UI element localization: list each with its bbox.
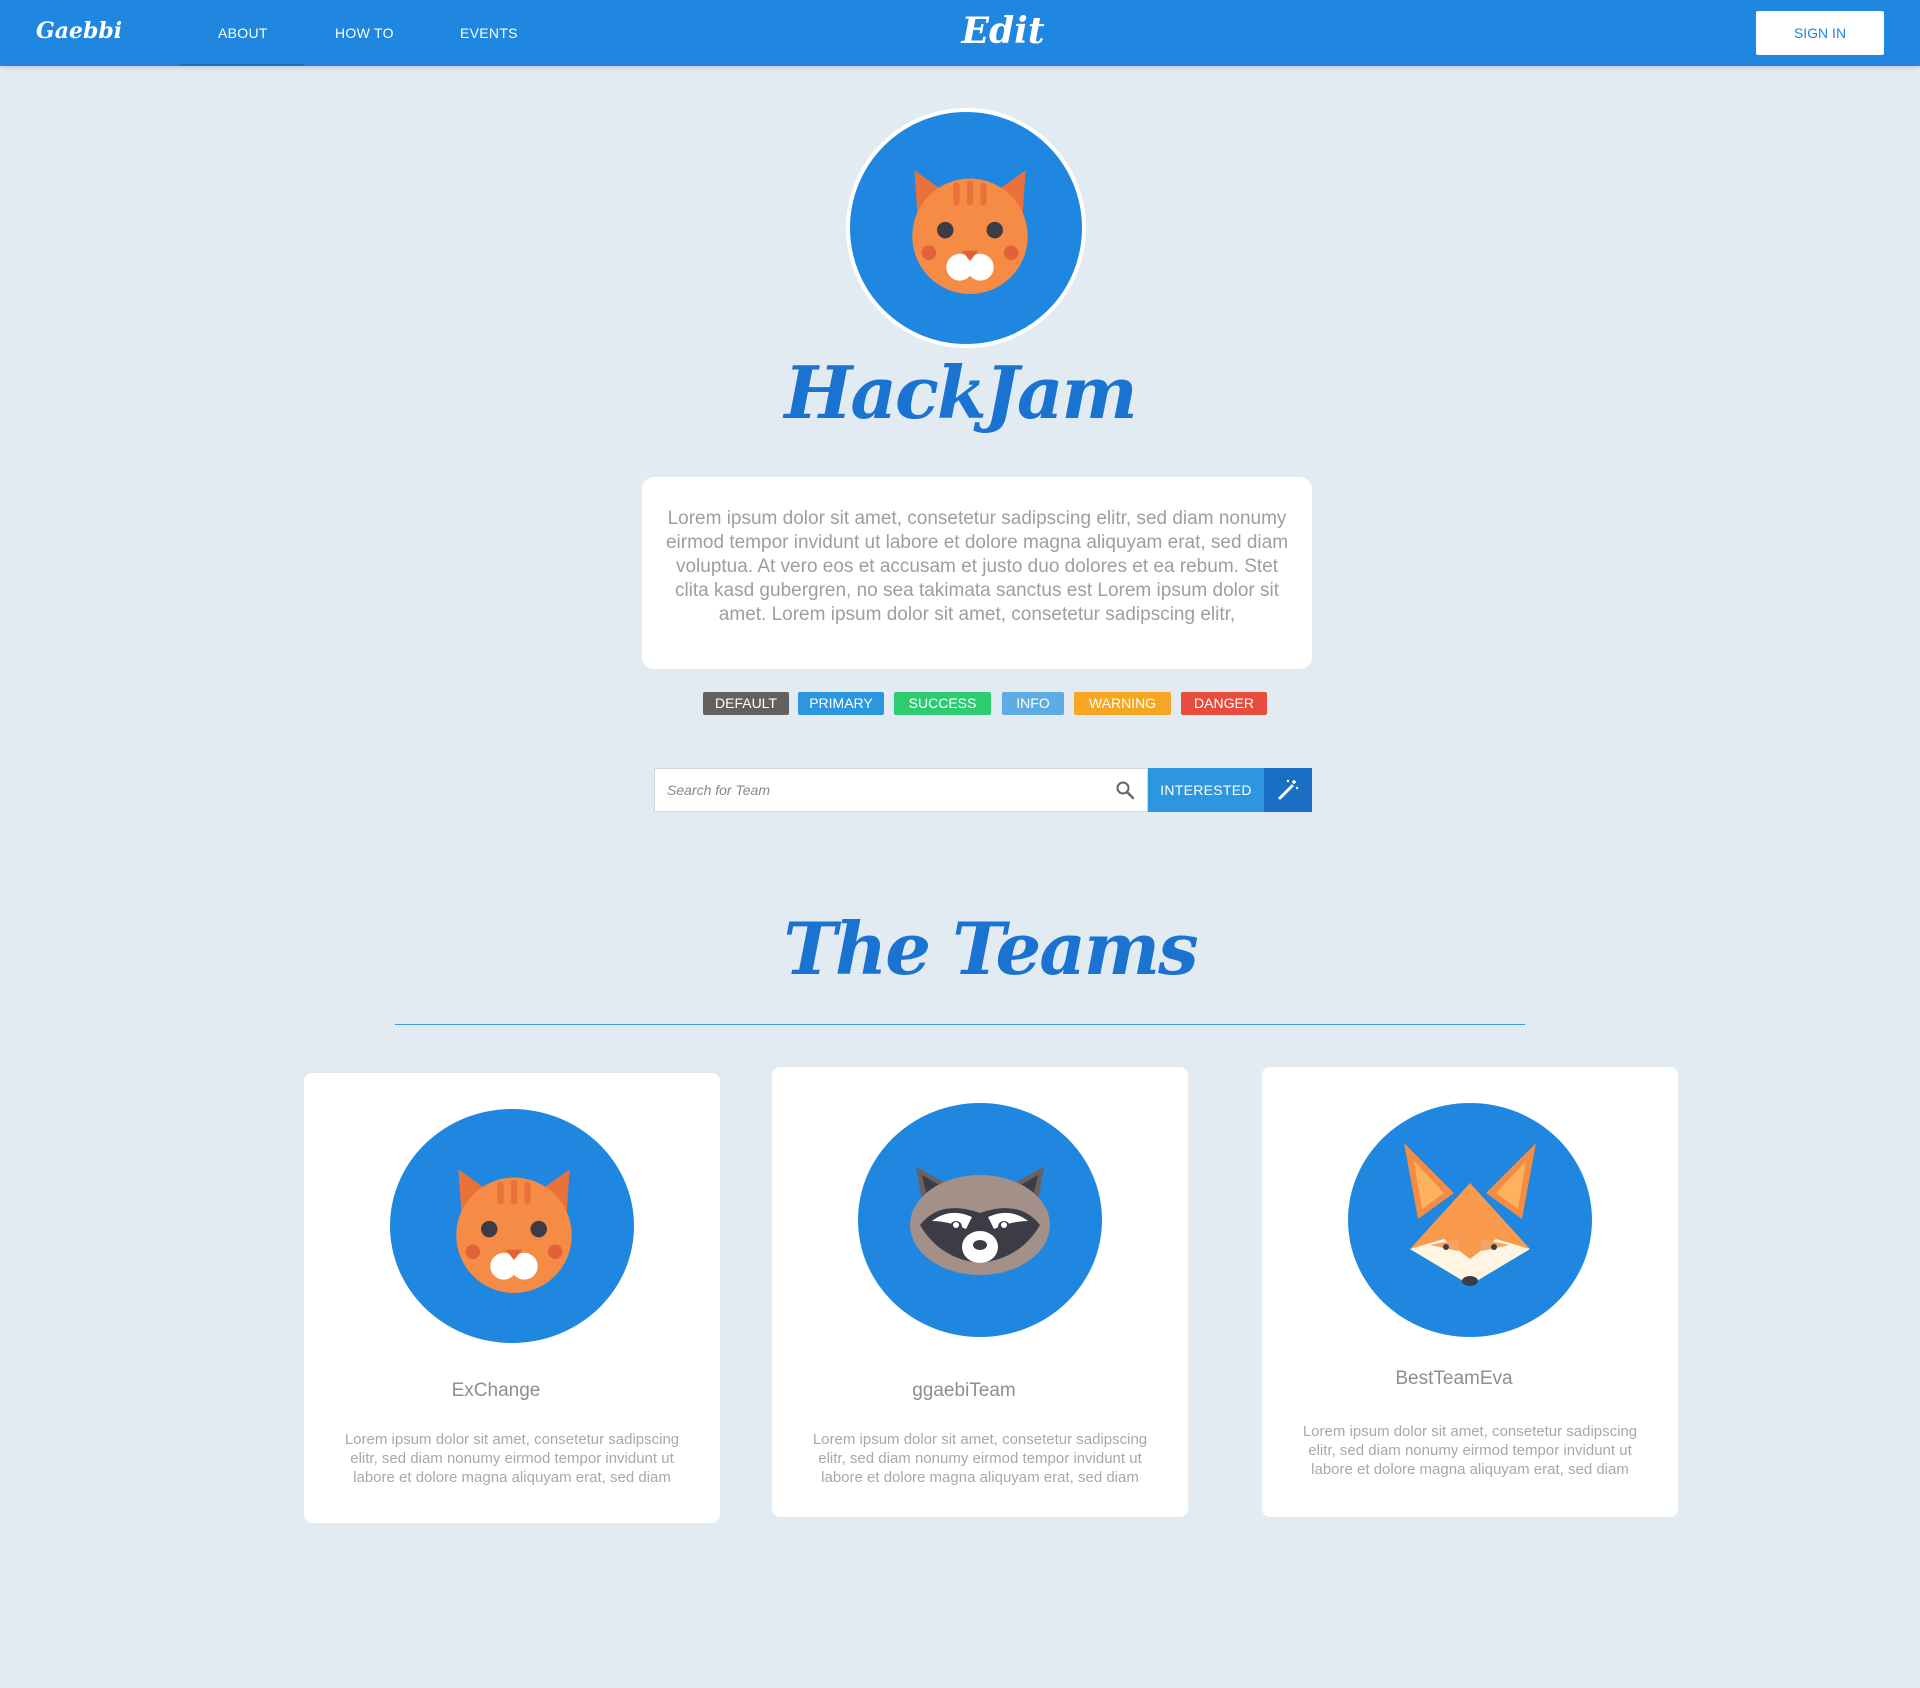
cat-icon: [912, 170, 1028, 294]
team-description: Lorem ipsum dolor sit amet, consetetur s…: [812, 1431, 1148, 1486]
team-avatar: [858, 1103, 1102, 1337]
team-card-exchange[interactable]: ExChange Lorem ipsum dolor sit amet, con…: [304, 1073, 720, 1523]
tag-warning[interactable]: WARNING: [1074, 692, 1171, 715]
cat-icon: [456, 1169, 572, 1293]
team-card-ggaebiteam[interactable]: ggaebiTeam Lorem ipsum dolor sit amet, c…: [772, 1067, 1188, 1517]
team-name: ExChange: [451, 1380, 541, 1401]
edit-title: Edit: [0, 10, 1920, 52]
hero-avatar: [846, 108, 1086, 348]
nav-active-indicator: [180, 64, 304, 66]
team-avatar: [390, 1109, 634, 1343]
magic-wand-icon: [1278, 779, 1299, 800]
tag-default[interactable]: DEFAULT: [703, 692, 789, 715]
search-icon[interactable]: [1115, 780, 1135, 805]
team-description: Lorem ipsum dolor sit amet, consetetur s…: [344, 1431, 680, 1486]
team-name: BestTeamEva: [1395, 1368, 1513, 1389]
team-avatar: [1348, 1103, 1592, 1337]
tag-info[interactable]: INFO: [1002, 692, 1064, 715]
edit-title-text[interactable]: Edit: [962, 10, 1045, 52]
sign-in-button[interactable]: SIGN IN: [1756, 11, 1884, 55]
fox-icon: [1404, 1143, 1536, 1286]
team-card-bestteameva[interactable]: BestTeamEva Lorem ipsum dolor sit amet, …: [1262, 1067, 1678, 1517]
top-navbar: Gaebbi ABOUT HOW TO EVENTS Edit SIGN IN: [0, 0, 1920, 66]
hero-title: HackJam: [784, 350, 1137, 435]
search-input[interactable]: [655, 769, 1095, 811]
magic-wand-button[interactable]: [1264, 768, 1312, 812]
teams-divider: [395, 1024, 1525, 1025]
team-description: Lorem ipsum dolor sit amet, consetetur s…: [1302, 1423, 1638, 1478]
tag-primary[interactable]: PRIMARY: [798, 692, 884, 715]
search-bar: [654, 768, 1148, 812]
team-name: ggaebiTeam: [912, 1380, 1016, 1401]
interested-button[interactable]: INTERESTED: [1148, 768, 1264, 812]
tag-danger[interactable]: DANGER: [1181, 692, 1267, 715]
hero-description: Lorem ipsum dolor sit amet, consetetur s…: [642, 477, 1312, 669]
raccoon-icon: [910, 1167, 1050, 1275]
tag-success[interactable]: SUCCESS: [894, 692, 991, 715]
teams-section-title: The Teams: [783, 906, 1198, 991]
